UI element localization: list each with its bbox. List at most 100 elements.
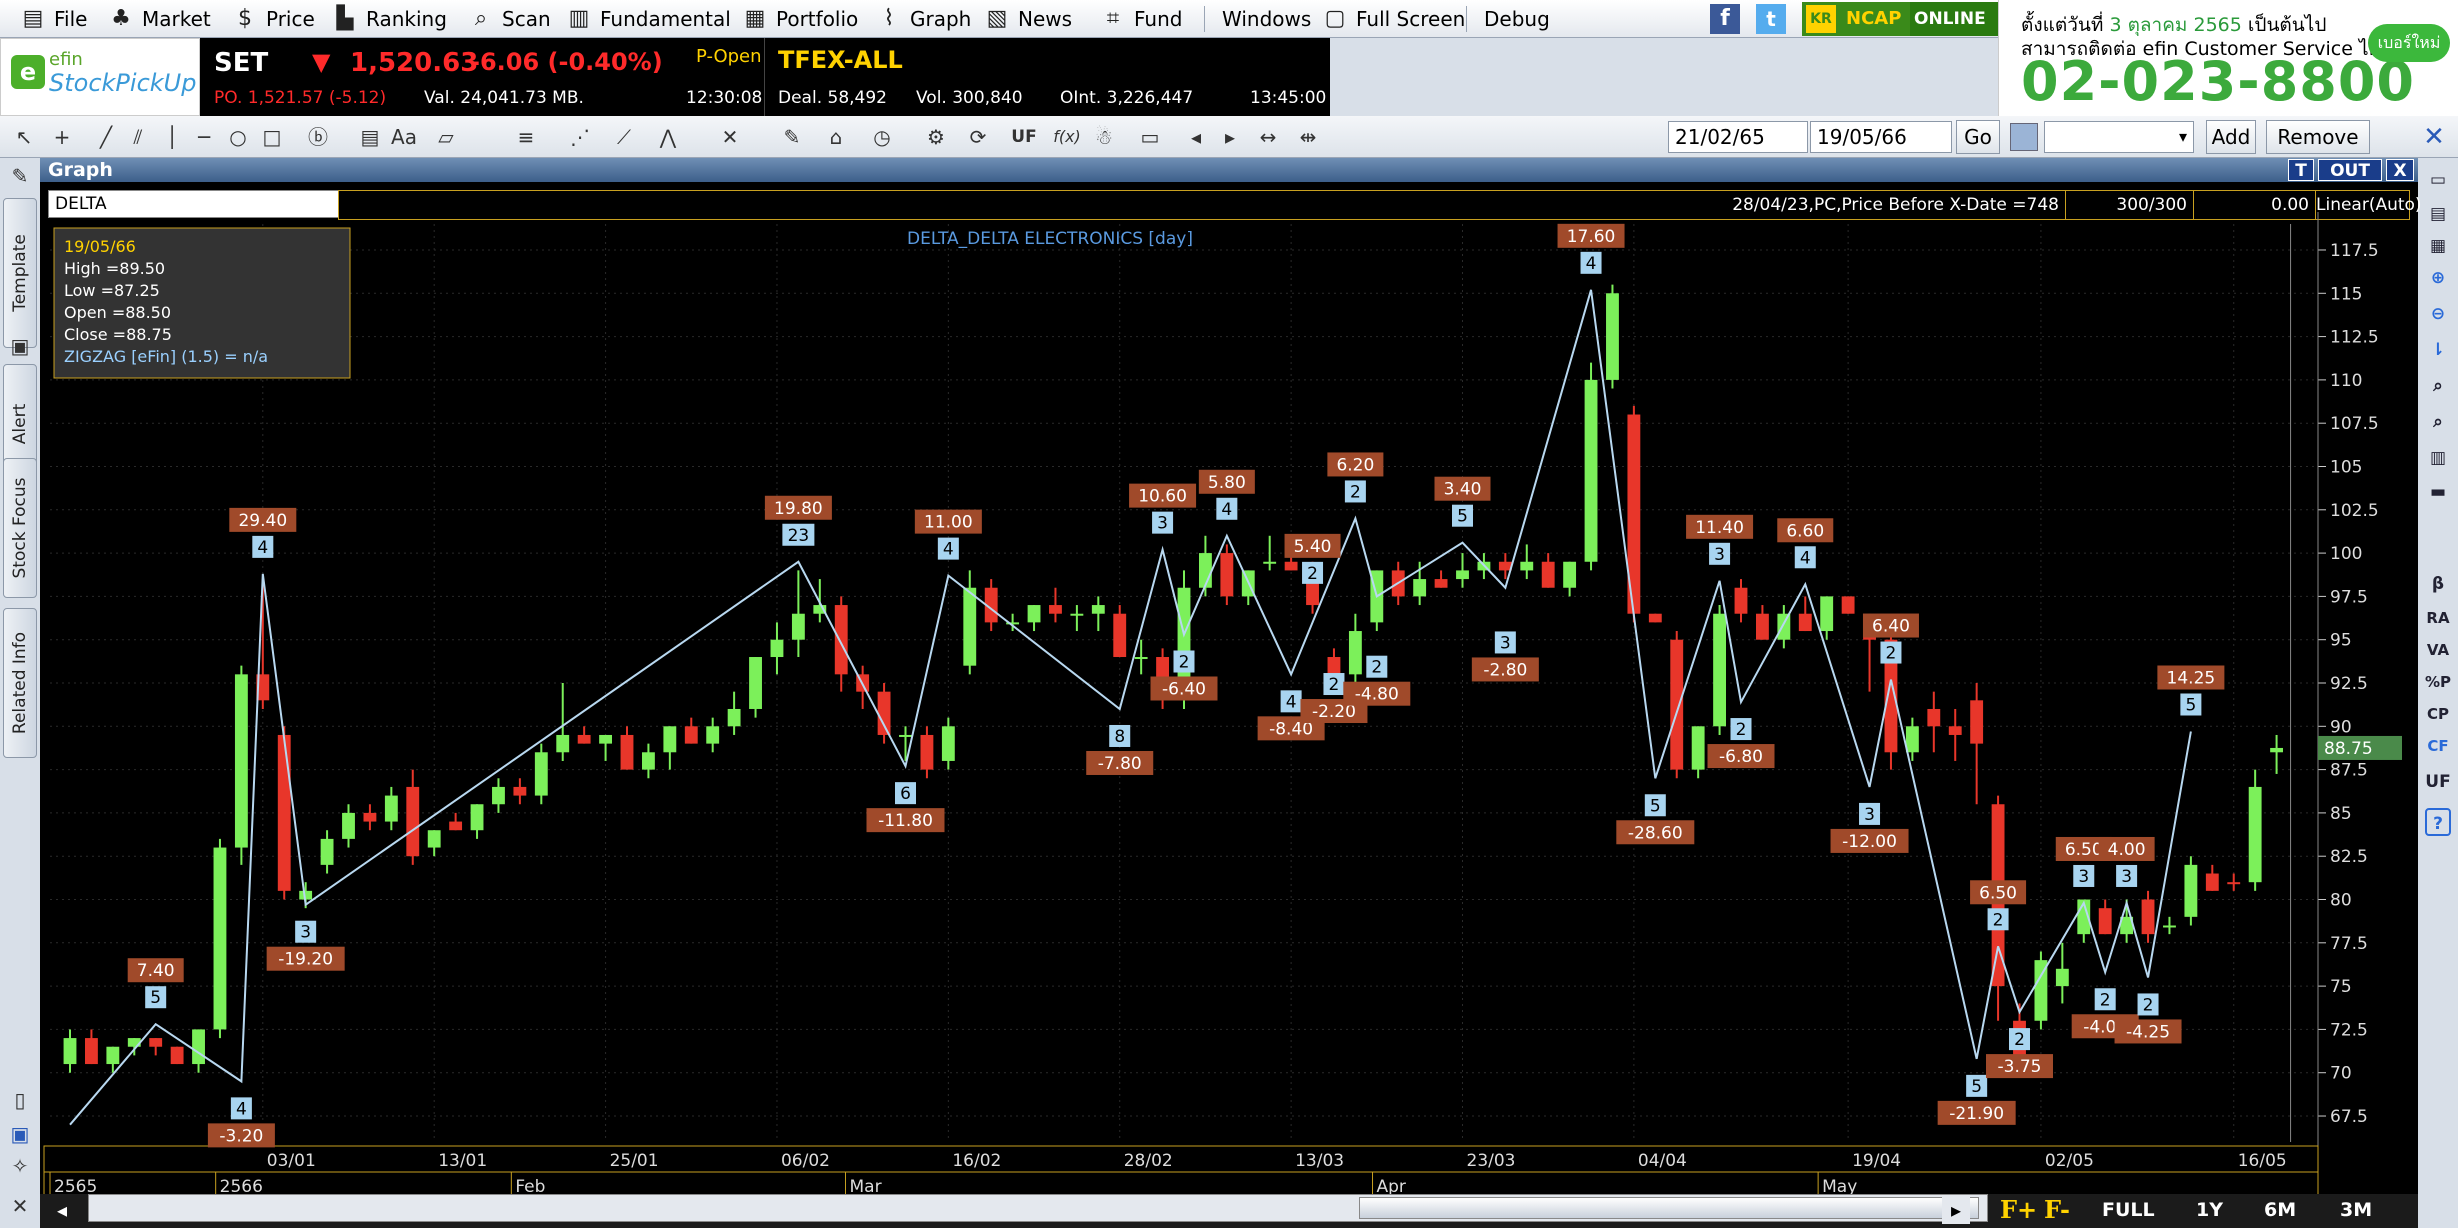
layout-icon[interactable]: ▥ xyxy=(2422,444,2454,472)
arrow-right-icon[interactable]: ▸ xyxy=(1216,123,1244,151)
remove-button[interactable]: Remove xyxy=(2266,120,2370,154)
scroll-left-icon[interactable]: ◂ xyxy=(48,1196,76,1224)
indicator-icon[interactable]: ⌂ xyxy=(822,123,850,151)
chart-area[interactable]: DELTA▾ 28/04/23,PC,Price Before X-Date =… xyxy=(40,182,2422,1194)
range-1y-button[interactable]: 1Y xyxy=(2196,1196,2223,1224)
magnify-minus-icon[interactable]: ⌕ xyxy=(2422,408,2454,436)
channel-icon[interactable]: ⫽ xyxy=(124,123,152,151)
date-from-field[interactable]: 21/02/65 xyxy=(1668,121,1808,153)
menu-item-windows[interactable]: Windows xyxy=(1222,4,1311,34)
color-picker-icon[interactable] xyxy=(2010,123,2038,151)
line-width-icon[interactable]: ≡ xyxy=(512,123,540,151)
zoom-in-circle-icon[interactable]: ⊕ xyxy=(2422,264,2454,292)
close-panel-icon[interactable]: ✕ xyxy=(2420,123,2448,151)
menu-item-market[interactable]: ♣ Market xyxy=(108,4,211,34)
range-6m-button[interactable]: 6M xyxy=(2264,1196,2296,1224)
notebook-icon[interactable]: ✎ xyxy=(6,162,34,190)
window-icon[interactable]: ▭ xyxy=(2422,166,2454,194)
pointer-icon[interactable]: ↖ xyxy=(10,123,38,151)
facebook-icon[interactable]: f xyxy=(1710,4,1740,34)
beta-button[interactable]: β xyxy=(2422,570,2454,598)
compress-icon[interactable]: ⇹ xyxy=(1294,123,1322,151)
date-to-field[interactable]: 19/05/66 xyxy=(1810,121,1952,153)
menu-item-label: Windows xyxy=(1222,7,1312,31)
add-chart-icon[interactable]: ▤ xyxy=(2422,200,2454,228)
window-t-button[interactable]: T xyxy=(2288,159,2314,181)
go-button[interactable]: Go xyxy=(1956,120,2000,154)
trendline-icon[interactable]: ╱ xyxy=(92,123,120,151)
arrow-left-icon[interactable]: ◂ xyxy=(1182,123,1210,151)
price-arrow-icon[interactable]: ⇂ xyxy=(2422,336,2454,364)
menu-item-news[interactable]: ▧ News xyxy=(984,4,1072,34)
tab-stock-focus[interactable]: Stock Focus xyxy=(3,458,37,598)
window-close-button[interactable]: X xyxy=(2386,159,2414,181)
twitter-icon[interactable]: t xyxy=(1756,4,1786,34)
refresh-icon[interactable]: ⟳ xyxy=(964,123,992,151)
cp-button[interactable]: CP xyxy=(2422,700,2454,728)
zoom-out-button[interactable]: F- xyxy=(2044,1196,2070,1224)
text-icon[interactable]: Aa xyxy=(390,123,418,151)
new-document-icon[interactable]: ▯ xyxy=(6,1086,34,1114)
menu-item-full-screen[interactable]: ▢ Full Screen xyxy=(1322,4,1466,34)
alert-icon[interactable]: ▣ xyxy=(6,332,34,360)
y-tick-label: 92.5 xyxy=(2330,674,2368,694)
uf-button[interactable]: UF xyxy=(1010,123,1038,151)
vertical-line-icon[interactable]: │ xyxy=(158,123,186,151)
tab-template[interactable]: Template xyxy=(3,198,37,348)
cf-button[interactable]: CF xyxy=(2422,732,2454,760)
ra-button[interactable]: RA xyxy=(2422,604,2454,632)
user-icon[interactable]: ☃ xyxy=(1090,123,1118,151)
clock-icon[interactable]: ◷ xyxy=(868,123,896,151)
help-button[interactable]: ? xyxy=(2425,808,2451,836)
swing-change: 6.60 xyxy=(1786,521,1824,541)
expand-icon[interactable]: ↔ xyxy=(1254,123,1282,151)
monitor-icon[interactable]: ▭ xyxy=(1136,123,1164,151)
close-icon[interactable]: ✕ xyxy=(6,1192,34,1220)
va-button[interactable]: VA xyxy=(2422,636,2454,664)
pattern-icon[interactable]: ⋀ xyxy=(654,123,682,151)
menu-item-graph[interactable]: ⌇ Graph xyxy=(876,4,972,34)
settings-icon[interactable]: ⚙ xyxy=(922,123,950,151)
menu-item-fund[interactable]: ⌗ Fund xyxy=(1100,4,1183,34)
delete-drawing-icon[interactable]: ✕ xyxy=(716,123,744,151)
tab-related-info[interactable]: Related Info xyxy=(3,608,37,758)
crosshair-icon[interactable]: + xyxy=(48,123,76,151)
menu-item-ranking[interactable]: ▙ Ranking xyxy=(332,4,447,34)
uf-side-button[interactable]: UF xyxy=(2422,768,2454,796)
zoom-out-circle-icon[interactable]: ⊖ xyxy=(2422,300,2454,328)
menu-item-fundamental[interactable]: ▥ Fundamental xyxy=(566,4,731,34)
copy-chart-icon[interactable]: ▦ xyxy=(2422,232,2454,260)
template-select[interactable]: ▾ xyxy=(2044,121,2194,153)
draw-style-icon[interactable]: ▱ xyxy=(432,123,460,151)
percent-p-button[interactable]: %P xyxy=(2422,668,2454,696)
gann-fan-icon[interactable]: ⋰ xyxy=(566,123,594,151)
menu-item-scan[interactable]: ⌕ Scan xyxy=(468,4,551,34)
andrews-icon[interactable]: ⟋ xyxy=(610,123,638,151)
pencil-icon[interactable]: ✎ xyxy=(778,123,806,151)
menu-item-debug[interactable]: Debug xyxy=(1484,4,1550,34)
menu-item-file[interactable]: ▤ File xyxy=(20,4,88,34)
candlestick-chart[interactable]: 117.5 115 112.5 110 107.5 105 102.5 100 97.5 95 92… xyxy=(40,182,2418,1194)
window-out-button[interactable]: OUT xyxy=(2318,159,2382,181)
contact-banner[interactable]: ตั้งแต่วันที่ 3 ตุลาคม 2565 เป็นต้นไป สา… xyxy=(1998,0,2458,116)
add-button[interactable]: Add xyxy=(2206,120,2256,154)
horizontal-scrollbar[interactable] xyxy=(88,1194,1988,1222)
magnify-plus-icon[interactable]: ⌕ xyxy=(2422,372,2454,400)
ruler-icon[interactable]: ▬ xyxy=(2422,478,2454,506)
menu-item-price[interactable]: $ Price xyxy=(232,4,315,34)
menu-item-portfolio[interactable]: ▦ Portfolio xyxy=(742,4,859,34)
range-full-button[interactable]: FULL xyxy=(2102,1196,2155,1224)
horizontal-line-icon[interactable]: ─ xyxy=(190,123,218,151)
calculator-icon[interactable]: ▤ xyxy=(356,123,384,151)
range-3m-button[interactable]: 3M xyxy=(2340,1196,2372,1224)
y-tick-label: 117.5 xyxy=(2330,241,2379,261)
fibonacci-icon[interactable]: ⓑ xyxy=(304,123,332,151)
save-icon[interactable]: ▣ xyxy=(6,1120,34,1148)
zoom-in-button[interactable]: F+ xyxy=(2000,1196,2037,1224)
circle-icon[interactable]: ○ xyxy=(224,123,252,151)
scrollbar-thumb[interactable] xyxy=(1359,1197,1979,1219)
scroll-right-icon[interactable]: ▸ xyxy=(1942,1196,1970,1224)
rectangle-icon[interactable]: □ xyxy=(258,123,286,151)
function-button[interactable]: f(x) xyxy=(1050,123,1084,151)
tools-icon[interactable]: ✧ xyxy=(6,1152,34,1180)
